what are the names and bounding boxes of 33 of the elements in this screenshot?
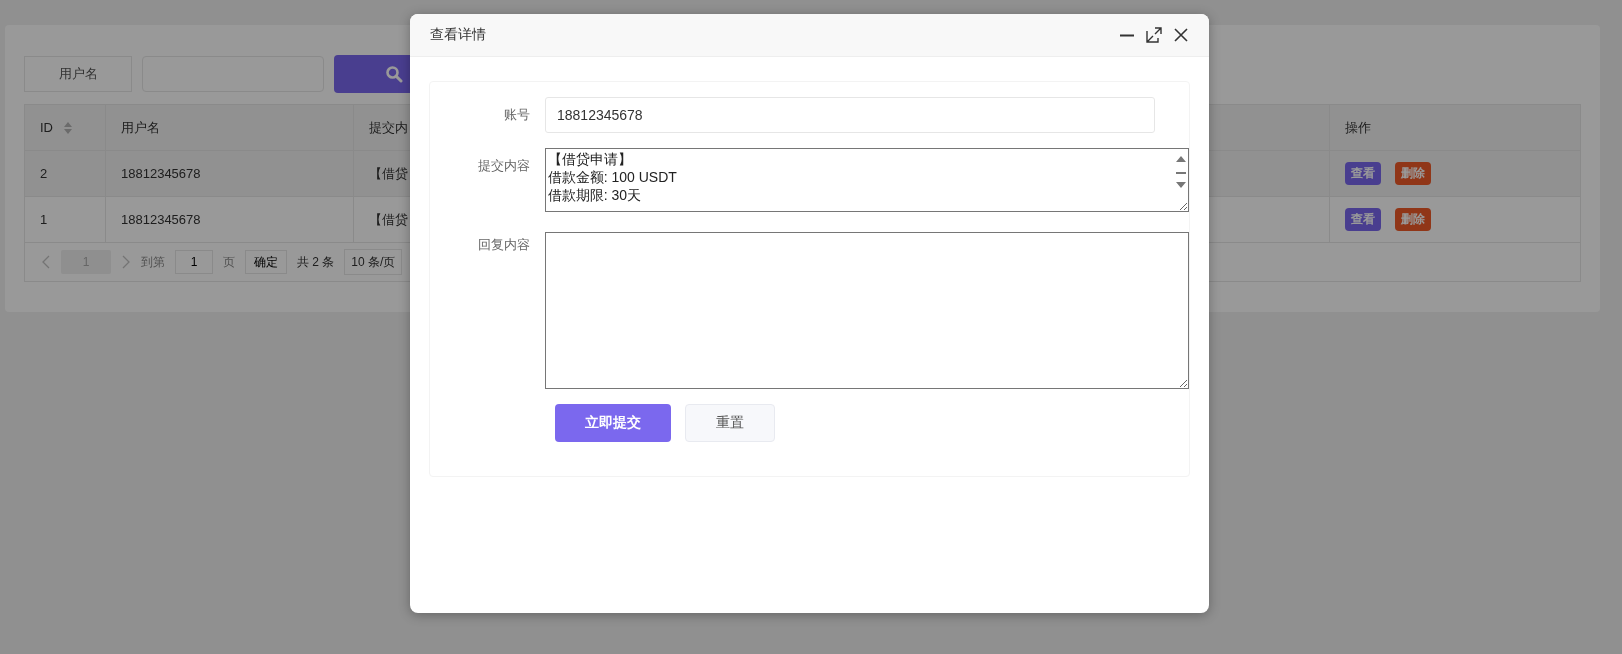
search-label: 用户名 xyxy=(24,56,132,92)
content-line: 借款金额: 100 USDT xyxy=(547,168,677,186)
view-button[interactable]: 查看 xyxy=(1345,208,1381,231)
page-size-select[interactable]: 10 条/页 xyxy=(344,249,403,275)
view-button[interactable]: 查看 xyxy=(1345,162,1381,185)
account-field[interactable]: 18812345678 xyxy=(545,97,1155,133)
table-cell: 【借贷 xyxy=(369,210,408,229)
content-line: 借款期限: 30天 xyxy=(547,186,643,204)
page-unit: 页 xyxy=(223,253,235,271)
content-textarea[interactable]: 【借贷申请】 借款金额: 100 USDT 借款期限: 30天 xyxy=(544,148,1189,212)
column-header: 操作 xyxy=(1345,118,1371,137)
search-icon xyxy=(385,65,403,83)
column-header: ID xyxy=(40,120,53,135)
dialog-title: 查看详情 xyxy=(430,26,486,44)
table-cell: 18812345678 xyxy=(121,166,201,181)
close-icon[interactable] xyxy=(1173,27,1189,43)
content-line: 【借贷申请】 xyxy=(547,150,633,168)
column-header: 用户名 xyxy=(121,118,160,137)
page-number-field[interactable]: 1 xyxy=(175,250,213,274)
field-label: 回复内容 xyxy=(476,236,531,254)
submit-button[interactable]: 立即提交 xyxy=(555,404,671,442)
total-count: 共 2 条 xyxy=(297,253,335,271)
column-header: 提交内 xyxy=(369,118,408,137)
field-label: 提交内容 xyxy=(476,157,531,175)
reset-button[interactable]: 重置 xyxy=(685,404,775,442)
confirm-button[interactable]: 确定 xyxy=(245,250,287,274)
maximize-icon[interactable] xyxy=(1146,27,1162,43)
goto-label: 到第 xyxy=(141,253,165,271)
table-cell: 2 xyxy=(40,166,48,181)
table-cell: 1 xyxy=(40,212,48,227)
table-cell: 【借贷 xyxy=(369,164,408,183)
table-cell: 18812345678 xyxy=(121,212,201,227)
field-label: 账号 xyxy=(503,106,531,124)
